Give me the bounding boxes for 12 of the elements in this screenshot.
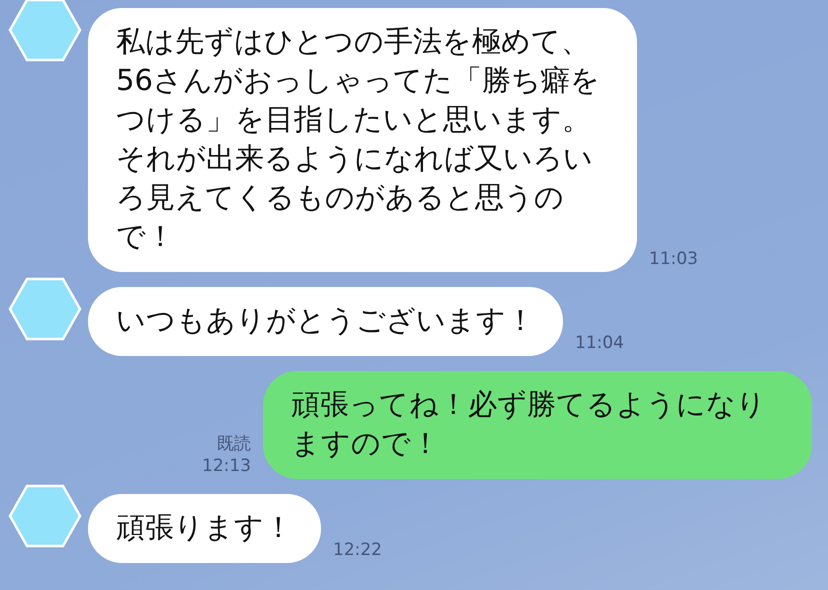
message-time: 12:22 bbox=[333, 539, 382, 561]
avatar-icon[interactable] bbox=[8, 0, 82, 62]
avatar-icon[interactable] bbox=[8, 484, 82, 548]
message-bubble: 私は先ずはひとつの手法を極めて、56さんがおっしゃってた「勝ち癖をつける」を目指したいと思います。それが出来るようになれば又いろいろ見えてくるものがあると思うので！ bbox=[88, 8, 637, 272]
read-receipt: 既読 bbox=[217, 433, 251, 455]
message-bubble: 頑張ります！ bbox=[88, 494, 321, 563]
message-time: 11:03 bbox=[649, 248, 698, 270]
avatar-icon[interactable] bbox=[8, 277, 82, 341]
message-bubble: いつもありがとうございます！ bbox=[88, 287, 563, 356]
message-bubble: 頑張ってね！必ず勝てるようになりますので！ bbox=[263, 371, 812, 479]
message-time: 12:13 bbox=[202, 455, 251, 477]
message-time: 11:04 bbox=[575, 332, 624, 354]
